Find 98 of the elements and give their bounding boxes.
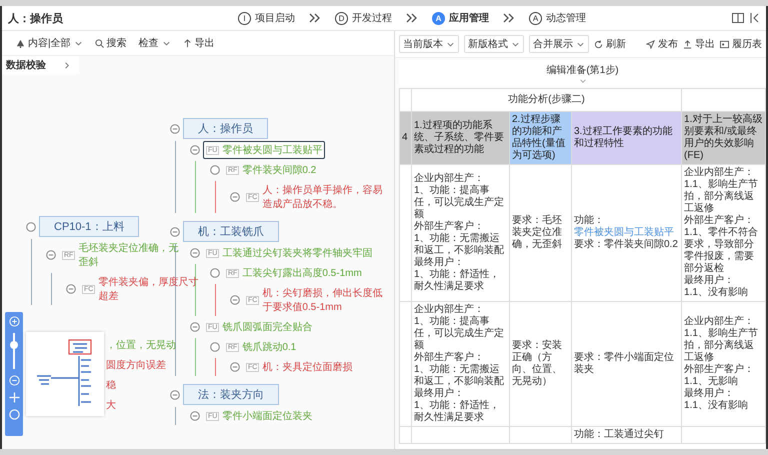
- collapse-toggle-icon[interactable]: [170, 124, 180, 134]
- cell-text: 1.1、没有影响: [684, 287, 748, 298]
- column-header: 3.过程工作要素的功能和过程特性: [572, 112, 682, 164]
- collapse-toggle-icon[interactable]: [230, 295, 240, 305]
- toolbar-button[interactable]: 内容|全部: [16, 34, 83, 52]
- cell-text: 1、功能：舒适性，耐久性满足要求: [414, 269, 500, 292]
- slider-thumb[interactable]: [10, 340, 18, 349]
- select-dropdown[interactable]: 新版格式: [464, 35, 524, 53]
- cell-text: 1.1、影响生产节拍，部分离线返工返修: [684, 179, 758, 214]
- cell-text: 企业内部生产：: [684, 316, 754, 327]
- cell-text: 1、功能：无需搬运和返工，不影响装配: [414, 364, 504, 387]
- cell-text: 1.1、无影响: [684, 376, 738, 387]
- cell-text: 1、功能：提高事任，可以完成生产定额: [414, 185, 504, 220]
- collapse-toggle-icon[interactable]: [190, 322, 200, 332]
- cell-text: 最终用户：: [684, 388, 734, 399]
- column-header: 4: [400, 112, 412, 164]
- cell-text: 外部生产客户：: [414, 352, 484, 363]
- node-text: 稳: [106, 379, 116, 392]
- collapse-toggle-icon[interactable]: [210, 268, 220, 278]
- category-node[interactable]: 机：工装铣爪: [183, 221, 279, 242]
- cell-text: 要求：零件装夹间隙0.2: [574, 239, 678, 250]
- collapse-toggle-icon[interactable]: [190, 248, 200, 258]
- send-icon: [646, 40, 655, 48]
- cell-text: 最终用户：: [684, 275, 734, 286]
- column-header: 2.过程步骤的功能和产品特性(量值为可选项): [510, 112, 572, 164]
- select-dropdown[interactable]: 当前版本: [399, 35, 459, 53]
- cell-text: 企业内部生产：: [684, 167, 754, 178]
- root-node[interactable]: CP10-1：上料: [39, 216, 140, 237]
- section-title: 编辑准备(第1步): [546, 64, 619, 76]
- cell-text: 企业内部生产：: [414, 173, 484, 184]
- fit-view-icon[interactable]: [8, 409, 20, 420]
- category-node[interactable]: 法：装夹方向: [183, 384, 279, 405]
- category-node[interactable]: 人：操作员: [183, 118, 268, 139]
- tree-icon: [16, 38, 25, 48]
- step-tab[interactable]: I 项目启动: [238, 11, 295, 25]
- cell-text: 1.1、零件不符合要求，导致部分零件报废，需要部分返检: [684, 227, 758, 274]
- refresh-button[interactable]: 刷新: [594, 35, 626, 53]
- chevron-down-icon[interactable]: [578, 78, 586, 84]
- select-dropdown[interactable]: 合并展示: [529, 35, 589, 53]
- upload-icon: [683, 40, 692, 48]
- collapse-toggle-icon[interactable]: [230, 192, 240, 202]
- collapse-toggle-icon[interactable]: [210, 165, 220, 175]
- zoom-out-icon[interactable]: [8, 375, 20, 386]
- group-header: 功能分析(步骤二): [412, 88, 682, 112]
- arrow-up-icon: [182, 38, 192, 48]
- cell-text: 企业内部生产：: [414, 304, 484, 315]
- collapse-toggle-icon[interactable]: [170, 390, 180, 400]
- collapse-toggle-icon[interactable]: [66, 284, 76, 294]
- card-icon: [720, 40, 729, 48]
- column-header: 1.过程项的功能系统、子系统、零件要素或过程的功能: [412, 112, 510, 164]
- cell-text: 功能：工装通过尖钉: [574, 429, 664, 440]
- cell-text: 1、功能：无需搬运和返工，不影响装配: [414, 233, 504, 256]
- cell-text: 功能：: [574, 215, 604, 226]
- node-text: ，位置，无晃动: [106, 338, 176, 352]
- action-button[interactable]: 履历表: [720, 35, 762, 53]
- cell-text: 外部生产客户：: [684, 215, 754, 226]
- step-tab[interactable]: D 开发过程: [335, 11, 392, 25]
- zoom-in-icon[interactable]: [8, 316, 20, 327]
- zoom-control[interactable]: [5, 312, 23, 436]
- cell-text: 最终用户：: [414, 257, 464, 268]
- collapse-icon[interactable]: [750, 13, 760, 23]
- action-button[interactable]: 发布: [646, 35, 678, 53]
- cell-text: 1.1、影响生产节拍，部分离线返工返修: [684, 328, 758, 363]
- collapse-toggle-icon[interactable]: [170, 226, 180, 236]
- toolbar-button[interactable]: 搜索: [94, 34, 127, 52]
- refresh-icon: [594, 40, 603, 48]
- cell-text: 1、功能：提高事任，可以完成生产定额: [414, 316, 504, 351]
- node-text: 圆度方向误差: [106, 358, 166, 372]
- link[interactable]: 零件被夹圆与工装贴平: [574, 227, 674, 239]
- cell-text: 外部生产客户：: [414, 221, 484, 232]
- column-header: 1.对于上一较高级别要素和/或最终用户的失效影响 (FE): [682, 112, 766, 164]
- collapse-toggle-icon[interactable]: [26, 222, 36, 232]
- action-button[interactable]: 导出: [683, 35, 715, 53]
- collapse-toggle-icon[interactable]: [190, 411, 200, 421]
- collapse-toggle-icon[interactable]: [190, 145, 200, 155]
- collapse-toggle-icon[interactable]: [210, 342, 220, 352]
- step-tab[interactable]: A 动态管理: [529, 11, 586, 25]
- cell-text: 最终用户：: [414, 388, 464, 399]
- node-text: 大: [106, 398, 116, 412]
- toolbar-button[interactable]: 导出: [182, 34, 215, 52]
- cell-text: 要求：毛坯装夹定位准确，无歪斜: [512, 215, 562, 250]
- page-title: 人：操作员: [8, 12, 64, 26]
- step-tab[interactable]: A 应用管理: [432, 11, 489, 25]
- cell-text: 要求：零件小端面定位装夹: [574, 352, 674, 375]
- side-tab[interactable]: 数据校验: [2, 56, 79, 74]
- double-chevron-icon: [503, 13, 515, 23]
- cell-text: 要求：安装正确（方向、位置、无晃动）: [512, 340, 562, 387]
- split-view-icon[interactable]: [732, 13, 744, 23]
- move-icon[interactable]: [8, 392, 20, 403]
- cell-text: 1.1、没有影响: [684, 400, 748, 411]
- toolbar-button[interactable]: 检查: [138, 34, 171, 52]
- double-chevron-icon: [406, 13, 418, 23]
- cell-text: 1、功能：舒适性，耐久性满足要求: [414, 400, 500, 423]
- collapse-toggle-icon[interactable]: [46, 250, 56, 260]
- double-chevron-icon: [309, 13, 321, 23]
- search-icon: [94, 38, 104, 48]
- cell-text: 外部生产客户：: [684, 364, 754, 375]
- collapse-toggle-icon[interactable]: [230, 362, 240, 372]
